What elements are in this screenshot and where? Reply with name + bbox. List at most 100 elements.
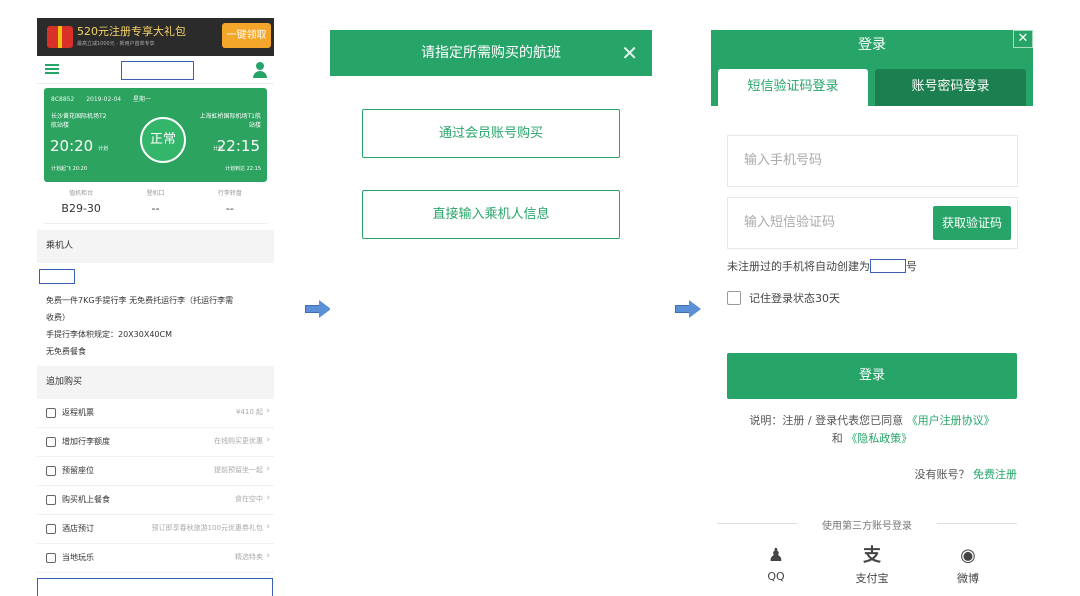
addon-label: 返程机票 [62,408,94,417]
chevron-right-icon: › [266,522,270,532]
get-code-button[interactable]: 获取验证码 [933,206,1011,240]
redacted-passenger-name [39,269,75,284]
claim-button[interactable]: 一键领取 [222,23,271,48]
addon-label: 当地玩乐 [62,553,94,562]
addon-inflight-meal[interactable]: 购买机上餐食 食在空中 › [37,486,274,515]
addon-extra-baggage[interactable]: 增加行李额度 在线购买更优惠 › [37,428,274,457]
terms-line-2: 和 《隐私政策》 [711,430,1033,446]
tab-sms-login[interactable]: 短信验证码登录 [718,69,868,106]
flight-ticket-card: 8C8852 2019-02-04 星期一 长沙黄花国际机场T2航站楼 上海虹桥… [44,88,267,182]
addon-label: 增加行李额度 [62,437,110,446]
addon-note: 食在空中 [235,495,263,503]
ticket-header: 8C8852 2019-02-04 星期一 [51,94,161,103]
flight-number: 8C8852 [51,96,75,103]
arrival-airport: 上海虹桥国际机场T1航站楼 [199,113,261,129]
dialog-header: 请指定所需购买的航班 ✕ [330,30,652,76]
terms-text: 说明：注册 / 登录代表您已同意 [749,414,904,427]
baggage-line: 免费一件7KG手提行李 无免费托运行李（托运行李需 [46,296,234,305]
addon-note: ¥410 起 [235,408,263,416]
redacted-box [121,61,194,80]
gate-label: 行李转盘 [217,190,242,197]
chevron-right-icon: › [266,435,270,445]
addon-return-ticket[interactable]: 返程机票 ¥410 起 › [37,399,274,428]
travel-icon [46,553,56,563]
addon-note: 在线购买更优惠 [214,437,263,445]
tab-password-login[interactable]: 账号密码登录 [875,69,1026,106]
addon-label: 购买机上餐食 [62,495,110,504]
gift-icon [47,26,73,48]
addon-hotel[interactable]: 酒店预订 预订即享春秋旅游100元优惠券礼包 › [37,515,274,544]
redacted-box [37,578,273,596]
phone-input[interactable]: 输入手机号码 [727,135,1018,187]
sms-code-input[interactable]: 输入短信验证码 获取验证码 [727,197,1018,249]
menu-icon[interactable] [45,64,59,74]
passenger-section-title: 乘机人 [37,230,274,263]
flow-arrow-icon [305,300,331,318]
planned-departure: 计划起飞 20:20 [51,166,87,172]
gate-label: 值机柜台 [69,190,94,197]
gate-info: 值机柜台 B29-30 登机口 -- 行李转盘 -- [44,182,267,224]
auto-note-suffix: 号 [906,260,917,273]
departure-time: 20:20 [50,137,94,155]
qq-login-button[interactable]: ♟ QQ [746,545,806,583]
flight-date: 2019-02-04 [86,96,122,103]
top-nav [37,56,274,84]
chevron-right-icon: › [266,493,270,503]
gate-value: -- [151,202,160,215]
qq-icon: ♟ [767,545,785,566]
select-purchase-method-dialog: 请指定所需购买的航班 ✕ 通过会员账号购买 直接输入乘机人信息 [330,30,652,596]
departure-airport: 长沙黄花国际机场T2航站楼 [51,113,107,129]
baggage-carousel: 行李转盘 -- [193,182,267,223]
redacted-box [870,259,906,273]
auto-register-note: 未注册过的手机将自动创建为 号 [727,258,917,274]
weibo-login-button[interactable]: ◉ 微博 [938,545,998,586]
enter-passenger-button[interactable]: 直接输入乘机人信息 [362,190,620,239]
chevron-right-icon: › [266,464,270,474]
addon-note: 提前预留坐一起 [214,466,263,474]
boarding-gate: 登机口 -- [118,182,192,223]
user-agreement-link[interactable]: 《用户注册协议》 [907,414,995,427]
no-account-text: 没有账号？ [914,468,970,481]
flight-weekday: 星期一 [133,96,152,103]
gate-label: 登机口 [146,190,165,197]
flight-detail-screen: 520元注册专享大礼包 最高立减1000元 · 新用户首单专享 一键领取 8C8… [37,18,274,596]
flow-arrow-icon [675,300,701,318]
baggage-line: 手提行李体积规定：20X30X40CM [46,330,172,339]
promo-banner[interactable]: 520元注册专享大礼包 最高立减1000元 · 新用户首单专享 一键领取 [37,18,274,56]
register-link[interactable]: 免费注册 [973,468,1017,481]
checkin-counter: 值机柜台 B29-30 [44,182,118,223]
baggage-line: 收费） [46,313,70,322]
alipay-icon: 支 [863,545,881,566]
login-button[interactable]: 登录 [727,353,1017,399]
luggage-icon [46,437,56,447]
baggage-info: 免费一件7KG手提行李 无免费托运行李（托运行李需 收费） 手提行李体积规定：2… [37,284,274,360]
hotel-icon [46,524,56,534]
weibo-icon: ◉ [960,545,976,566]
remember-label: 记住登录状态30天 [749,292,840,305]
third-party-title: 使用第三方账号登录 [717,517,1017,532]
addon-note: 预订即享春秋旅游100元优惠券礼包 [151,524,263,532]
baggage-line: 无免费餐食 [46,347,86,356]
addon-seat-reservation[interactable]: 预留座位 提前预留坐一起 › [37,457,274,486]
qq-label: QQ [767,570,785,583]
terms-line: 说明：注册 / 登录代表您已同意 《用户注册协议》 [711,412,1033,428]
terms-and-text: 和 [831,432,843,445]
checkbox-icon[interactable] [727,291,741,305]
alipay-label: 支付宝 [855,572,889,585]
chevron-right-icon: › [266,406,270,416]
addon-local-fun[interactable]: 当地玩乐 精选特卖 › [37,544,274,573]
user-icon[interactable] [252,62,268,78]
addon-label: 预留座位 [62,466,94,475]
alipay-login-button[interactable]: 支 支付宝 [842,545,902,586]
close-icon[interactable]: ✕ [621,30,638,76]
remember-login-checkbox[interactable]: 记住登录状态30天 [727,290,840,306]
register-row: 没有账号？ 免费注册 [915,466,1018,482]
addon-note: 精选特卖 [235,553,263,561]
privacy-policy-link[interactable]: 《隐私政策》 [846,432,912,445]
flight-status-badge: 正常 [140,117,186,163]
addon-section-title: 追加购买 [37,366,274,399]
login-screen: 登录 ✕ 短信验证码登录 账号密码登录 输入手机号码 输入短信验证码 获取验证码… [711,30,1033,596]
sms-code-placeholder: 输入短信验证码 [744,215,836,230]
planned-arrival: 计划到达 22:15 [225,166,261,172]
member-account-button[interactable]: 通过会员账号购买 [362,109,620,158]
